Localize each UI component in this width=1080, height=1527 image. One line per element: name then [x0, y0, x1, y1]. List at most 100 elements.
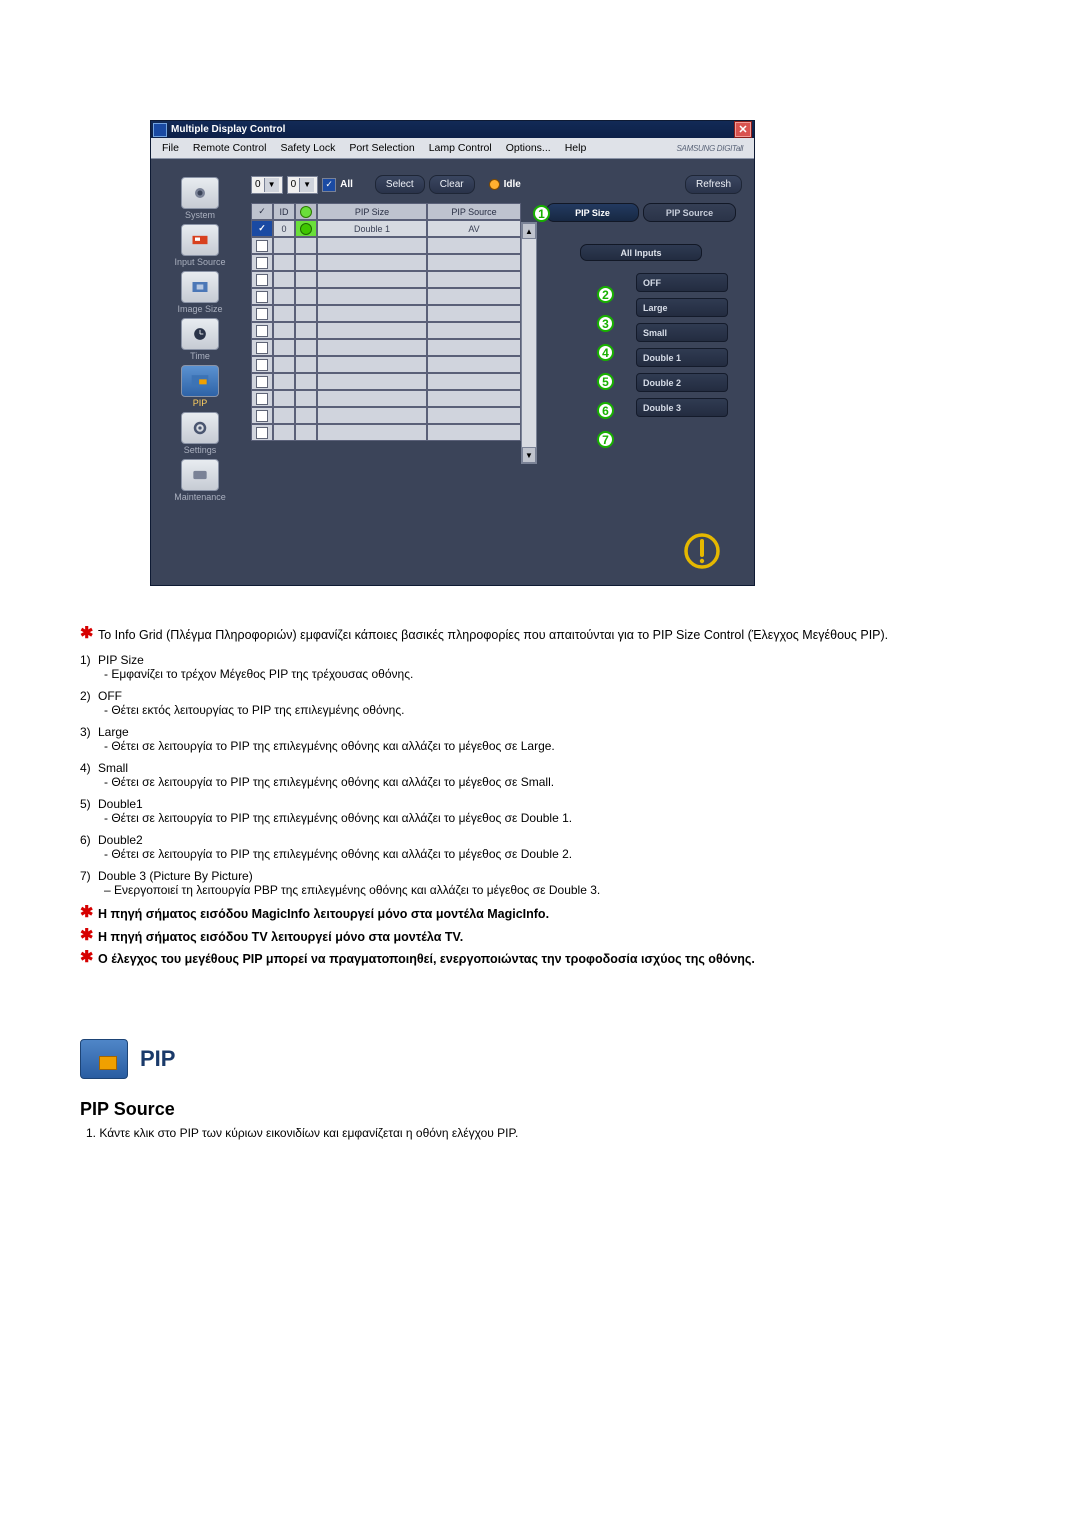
combo-value: 0 — [255, 179, 261, 190]
list-desc: - Θέτει σε λειτουργία το PIP της επιλεγμ… — [104, 847, 1000, 861]
combo-id-to[interactable]: 0▼ — [287, 176, 319, 194]
scrollbar[interactable]: ▲ ▼ — [521, 222, 537, 464]
list-desc: - Θέτει σε λειτουργία το PIP της επιλεγμ… — [104, 775, 1000, 789]
scroll-up-icon[interactable]: ▲ — [522, 223, 536, 239]
menu-options[interactable]: Options... — [499, 140, 558, 156]
option-double2[interactable]: Double 2 — [636, 373, 728, 392]
window-title: Multiple Display Control — [171, 124, 734, 135]
list-num: 2) — [80, 689, 98, 703]
sidebar-item-system[interactable]: System — [165, 177, 235, 220]
row-id: 0 — [273, 220, 295, 237]
chevron-down-icon: ▼ — [299, 178, 314, 192]
sidebar-item-label: Time — [165, 352, 235, 361]
list-desc: - Εμφανίζει το τρέχον Μέγεθος PIP της τρ… — [104, 667, 1000, 681]
menu-file[interactable]: File — [155, 140, 186, 156]
menu-port-selection[interactable]: Port Selection — [342, 140, 421, 156]
option-double3[interactable]: Double 3 — [636, 398, 728, 417]
select-button[interactable]: Select — [375, 175, 425, 194]
row-status — [295, 220, 317, 237]
star-icon: ✱ — [80, 950, 98, 966]
option-large[interactable]: Large — [636, 298, 728, 317]
status-icon — [300, 223, 312, 235]
annotation-3: 3 — [597, 315, 614, 332]
col-pip-size: PIP Size — [317, 203, 427, 220]
sidebar-item-time[interactable]: Time — [165, 318, 235, 361]
sidebar-item-label: Settings — [165, 446, 235, 455]
pip-icon — [181, 365, 219, 397]
refresh-button[interactable]: Refresh — [685, 175, 742, 194]
option-double1[interactable]: Double 1 — [636, 348, 728, 367]
sidebar-item-maintenance[interactable]: Maintenance — [165, 459, 235, 502]
list-num: 6) — [80, 833, 98, 847]
input-source-icon — [181, 224, 219, 256]
list-desc: – Ενεργοποιεί τη λειτουργία PBP της επιλ… — [104, 883, 1000, 897]
all-label: All — [340, 179, 353, 190]
row-pip-size: Double 1 — [317, 220, 427, 237]
warn1: Η πηγή σήματος εισόδου MagicInfo λειτουρ… — [98, 905, 549, 924]
checkbox-all[interactable]: ✓ — [322, 178, 336, 192]
status-icon — [300, 206, 312, 218]
sidebar-item-image-size[interactable]: Image Size — [165, 271, 235, 314]
col-check: ✓ — [251, 203, 273, 220]
table-row — [251, 254, 521, 271]
table-row[interactable]: ✓ 0 Double 1 AV — [251, 220, 521, 237]
brand-label: SAMSUNG DIGITall — [670, 142, 750, 155]
sidebar-item-input-source[interactable]: Input Source — [165, 224, 235, 267]
list-title: Large — [98, 725, 129, 739]
scroll-down-icon[interactable]: ▼ — [522, 447, 536, 463]
step-num: 1. — [86, 1126, 96, 1140]
table-row — [251, 271, 521, 288]
sidebar-item-label: Maintenance — [165, 493, 235, 502]
menubar: File Remote Control Safety Lock Port Sel… — [151, 138, 754, 159]
warning-icon — [682, 531, 722, 571]
image-size-icon — [181, 271, 219, 303]
right-panel: PIP Size PIP Source All Inputs OFF Large… — [546, 203, 736, 417]
sidebar-item-label: Input Source — [165, 258, 235, 267]
sidebar-item-label: System — [165, 211, 235, 220]
star-icon: ✱ — [80, 905, 98, 921]
menu-remote-control[interactable]: Remote Control — [186, 140, 274, 156]
list-title: Double1 — [98, 797, 143, 811]
list-title: Small — [98, 761, 128, 775]
list-desc: - Θέτει σε λειτουργία το PIP της επιλεγμ… — [104, 739, 1000, 753]
list-num: 1) — [80, 653, 98, 667]
col-status — [295, 203, 317, 220]
option-small[interactable]: Small — [636, 323, 728, 342]
settings-icon — [181, 412, 219, 444]
tab-pip-size[interactable]: PIP Size — [546, 203, 639, 222]
tab-pip-source[interactable]: PIP Source — [643, 203, 736, 222]
list-title: OFF — [98, 689, 122, 703]
close-icon[interactable]: ✕ — [734, 121, 752, 138]
list-num: 4) — [80, 761, 98, 775]
chevron-down-icon: ▼ — [264, 178, 279, 192]
idle-label: Idle — [504, 179, 521, 190]
clear-button[interactable]: Clear — [429, 175, 475, 194]
subsection-title: PIP Source — [80, 1099, 1000, 1120]
list-title: Double2 — [98, 833, 143, 847]
sidebar-item-settings[interactable]: Settings — [165, 412, 235, 455]
combo-id-from[interactable]: 0▼ — [251, 176, 283, 194]
table-row — [251, 356, 521, 373]
annotation-6: 6 — [597, 402, 614, 419]
titlebar: Multiple Display Control ✕ — [151, 121, 754, 138]
list-desc: - Θέτει εκτός λειτουργίας το PIP της επι… — [104, 703, 1000, 717]
warn3: Ο έλεγχος του μεγέθους PIP μπορεί να πρα… — [98, 950, 755, 969]
workarea: System Input Source Image Size Time PIP — [151, 159, 754, 585]
sidebar-item-label: PIP — [165, 399, 235, 408]
notes-section: ✱ Το Info Grid (Πλέγμα Πληροφοριών) εμφα… — [80, 626, 1000, 969]
menu-safety-lock[interactable]: Safety Lock — [273, 140, 342, 156]
star-icon: ✱ — [80, 928, 98, 944]
row-pip-source: AV — [427, 220, 521, 237]
annotation-1: 1 — [533, 205, 550, 222]
option-off[interactable]: OFF — [636, 273, 728, 292]
list-num: 5) — [80, 797, 98, 811]
menu-help[interactable]: Help — [558, 140, 594, 156]
menu-lamp-control[interactable]: Lamp Control — [422, 140, 499, 156]
row-check[interactable]: ✓ — [251, 220, 273, 237]
sidebar-item-pip[interactable]: PIP — [165, 365, 235, 408]
idle-indicator-icon — [489, 179, 500, 190]
app-icon — [153, 123, 167, 137]
system-icon — [181, 177, 219, 209]
list-title: Double 3 (Picture By Picture) — [98, 869, 253, 883]
maintenance-icon — [181, 459, 219, 491]
